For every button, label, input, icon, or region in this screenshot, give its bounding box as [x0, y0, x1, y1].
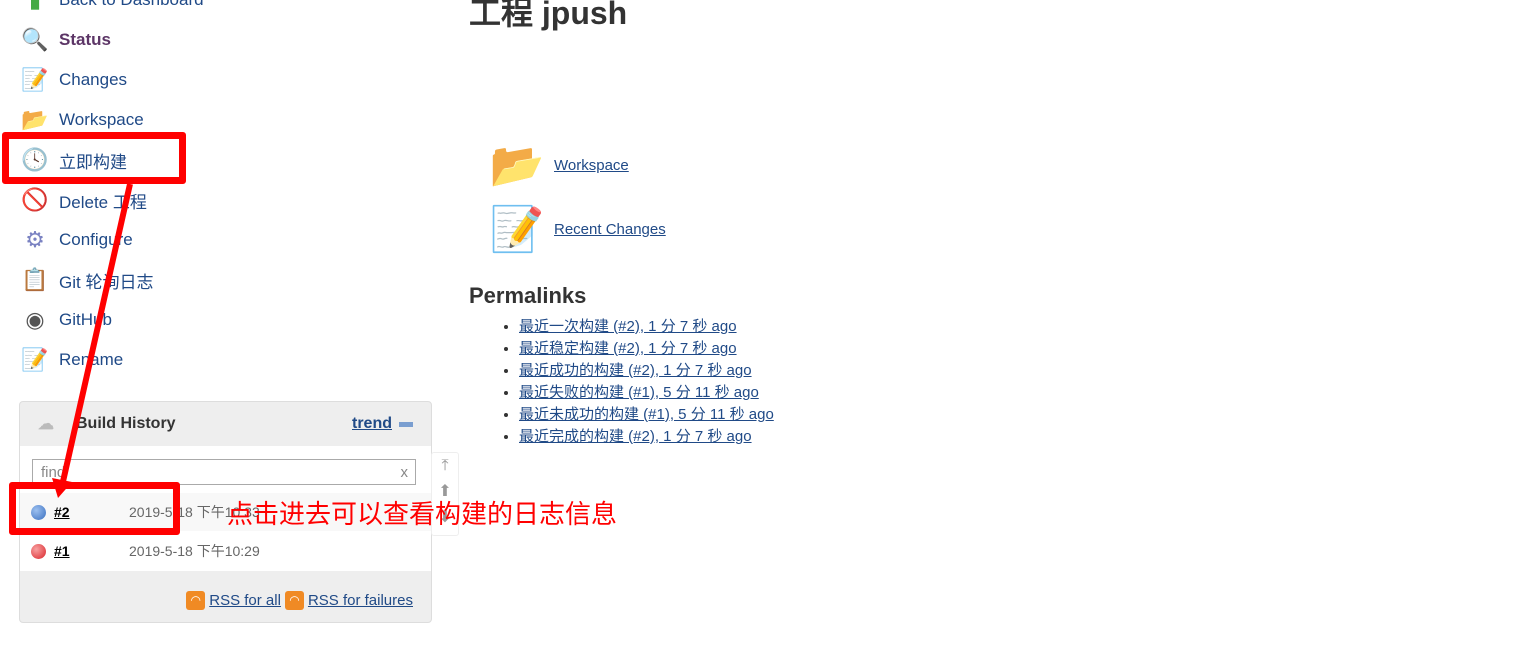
- arrow-head: [52, 478, 72, 498]
- annotation-text: 点击进去可以查看构建的日志信息: [227, 500, 618, 530]
- arrow-line: [59, 183, 133, 487]
- annotation-arrow: [52, 183, 133, 498]
